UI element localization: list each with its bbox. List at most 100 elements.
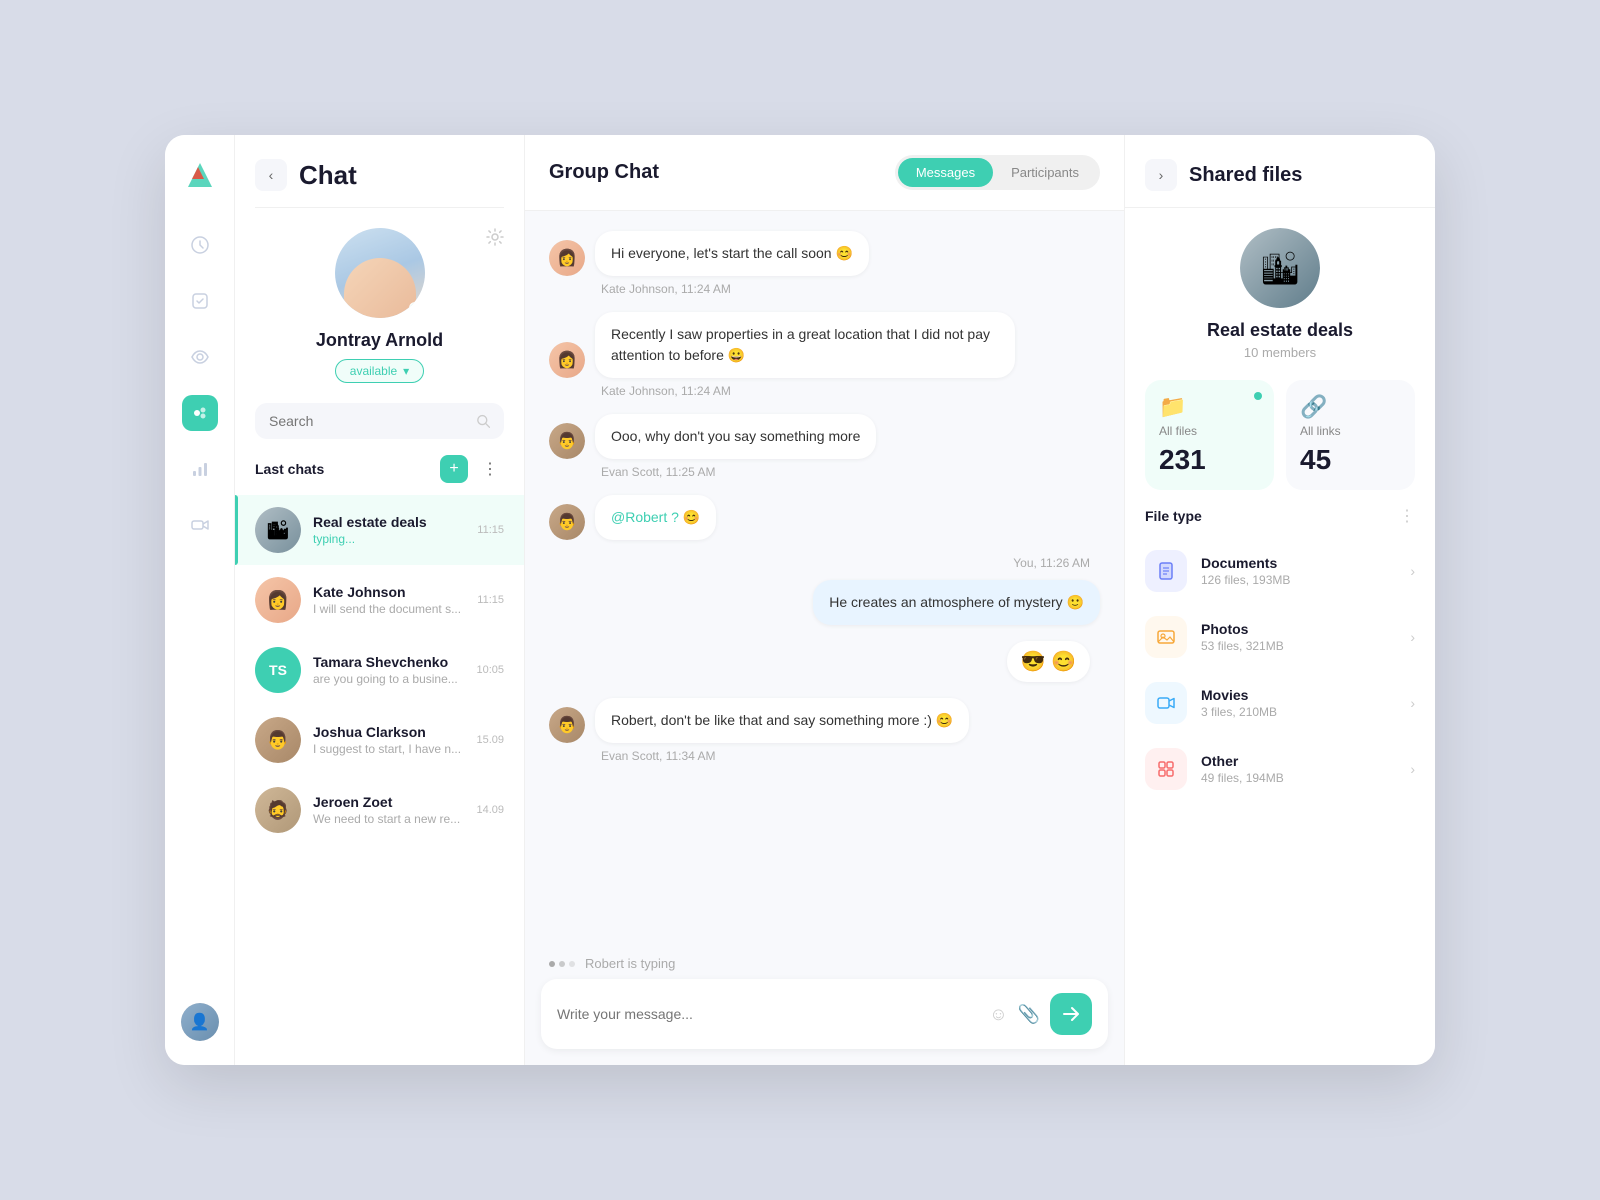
chat-item-jeroen[interactable]: 🧔 Jeroen Zoet We need to start a new re.… (235, 775, 524, 845)
message-sender-you: You, 11:26 AM (549, 556, 1100, 570)
file-type-more[interactable]: ⋮ (1399, 506, 1415, 526)
doc-icon (1145, 550, 1187, 592)
emoji-icon[interactable]: ☺ (989, 1004, 1007, 1025)
all-files-count: 231 (1159, 444, 1260, 476)
status-text: available (350, 364, 397, 378)
sidebar-title: Chat (299, 160, 357, 191)
files-folder-icon: 📁 (1159, 394, 1260, 420)
app-logo[interactable] (182, 159, 218, 195)
file-details-photos: Photos 53 files, 321MB (1201, 621, 1396, 653)
message-input[interactable] (557, 1006, 977, 1022)
photo-icon (1145, 616, 1187, 658)
input-actions: ☺ 📎 (989, 993, 1092, 1035)
all-files-label: All files (1159, 424, 1260, 438)
chat-avatar-jeroen: 🧔 (255, 787, 301, 833)
message-group-1: 👩 Hi everyone, let's start the call soon… (549, 231, 1100, 296)
chat-item-joshua[interactable]: 👨 Joshua Clarkson I suggest to start, I … (235, 705, 524, 775)
file-details-documents: Documents 126 files, 193MB (1201, 555, 1396, 587)
all-links-label: All links (1300, 424, 1401, 438)
chat-preview: typing... (313, 532, 465, 546)
links-icon: 🔗 (1300, 394, 1401, 420)
chat-input-area: ☺ 📎 (541, 979, 1108, 1049)
chat-name-joshua: Joshua Clarkson (313, 724, 464, 740)
file-meta-photos: 53 files, 321MB (1201, 639, 1396, 653)
nav-icon-tasks[interactable] (182, 283, 218, 319)
file-type-list: Documents 126 files, 193MB › Photos 53 f… (1125, 538, 1435, 802)
new-chat-button[interactable]: + (440, 455, 468, 483)
nav-icon-view[interactable] (182, 339, 218, 375)
chat-name-jeroen: Jeroen Zoet (313, 794, 464, 810)
chat-item-kate[interactable]: 👩 Kate Johnson I will send the document … (235, 565, 524, 635)
chat-avatar-real-estate: 🏙 (255, 507, 301, 553)
back-button[interactable]: ‹ (255, 159, 287, 191)
nav-icon-history[interactable] (182, 227, 218, 263)
message-group-2: 👩 Recently I saw properties in a great l… (549, 312, 1100, 398)
sidebar: ‹ Chat Jontray Arnold available ▾ (235, 135, 525, 1065)
file-type-other[interactable]: Other 49 files, 194MB › (1125, 736, 1435, 802)
chat-time-tamara: 10:05 (476, 664, 504, 676)
message-avatar-evan3: 👨 (549, 707, 585, 743)
chat-title: Group Chat (549, 161, 659, 184)
files-dot (1254, 392, 1262, 400)
send-button[interactable] (1050, 993, 1092, 1035)
tab-messages[interactable]: Messages (898, 158, 993, 187)
message-avatar-evan2: 👨 (549, 504, 585, 540)
typing-dot-1 (549, 961, 555, 967)
message-sender-1: Kate Johnson, 11:24 AM (549, 282, 1100, 296)
message-sender-7: Evan Scott, 11:34 AM (549, 749, 1100, 763)
chat-info-tamara: Tamara Shevchenko are you going to a bus… (313, 654, 464, 686)
tab-participants[interactable]: Participants (993, 158, 1097, 187)
chat-name-tamara: Tamara Shevchenko (313, 654, 464, 670)
typing-dots (549, 961, 575, 967)
message-row-3: 👨 Ooo, why don't you say something more (549, 414, 1100, 459)
chat-item-tamara[interactable]: TS Tamara Shevchenko are you going to a … (235, 635, 524, 705)
group-avatar: 🏙 (1240, 228, 1320, 308)
nav-icon-video[interactable] (182, 507, 218, 543)
all-files-card[interactable]: 📁 All files 231 (1145, 380, 1274, 490)
file-chevron-documents: › (1410, 563, 1415, 579)
other-icon (1145, 748, 1187, 790)
chat-item-real-estate[interactable]: 🏙 Real estate deals typing... 11:15 (235, 495, 524, 565)
chat-avatar-joshua: 👨 (255, 717, 301, 763)
file-name-documents: Documents (1201, 555, 1396, 571)
search-input[interactable] (269, 413, 468, 429)
message-bubble-mention: @Robert ? 😊 (595, 495, 716, 540)
file-name-other: Other (1201, 753, 1396, 769)
chat-preview-jeroen: We need to start a new re... (313, 812, 464, 826)
emoji-reactions: 😎 😊 (1007, 641, 1090, 682)
file-type-photos[interactable]: Photos 53 files, 321MB › (1125, 604, 1435, 670)
typing-text: Robert is typing (585, 956, 675, 971)
expand-button[interactable]: › (1145, 159, 1177, 191)
chat-preview-kate: I will send the document s... (313, 602, 465, 616)
more-options-button[interactable]: ⋮ (476, 455, 504, 483)
message-sender-2: Kate Johnson, 11:24 AM (549, 384, 1100, 398)
file-type-documents[interactable]: Documents 126 files, 193MB › (1125, 538, 1435, 604)
chat-name-kate: Kate Johnson (313, 584, 465, 600)
user-avatar-nav[interactable]: 👤 (181, 1003, 219, 1041)
chat-avatar-tamara: TS (255, 647, 301, 693)
chat-time-jeroen: 14.09 (476, 804, 504, 816)
right-panel-header: › Shared files (1125, 135, 1435, 208)
settings-icon[interactable] (486, 228, 504, 251)
files-summary: 📁 All files 231 🔗 All links 45 (1125, 380, 1435, 506)
icon-bar: 👤 (165, 135, 235, 1065)
file-type-title: File type (1145, 508, 1202, 524)
all-links-card[interactable]: 🔗 All links 45 (1286, 380, 1415, 490)
message-bubble-1: Hi everyone, let's start the call soon 😊 (595, 231, 869, 276)
file-type-movies[interactable]: Movies 3 files, 210MB › (1125, 670, 1435, 736)
last-chats-actions: + ⋮ (440, 455, 504, 483)
chat-time: 11:15 (477, 524, 504, 536)
nav-icon-chat[interactable] (182, 395, 218, 431)
chat-info-real-estate: Real estate deals typing... (313, 514, 465, 546)
attachment-icon[interactable]: 📎 (1018, 1004, 1040, 1025)
file-details-other: Other 49 files, 194MB (1201, 753, 1396, 785)
group-name: Real estate deals (1207, 320, 1353, 341)
status-badge[interactable]: available ▾ (335, 359, 424, 383)
emoji-reactions-row: 😎 😊 (549, 641, 1100, 682)
chat-name: Real estate deals (313, 514, 465, 530)
search-bar[interactable] (255, 403, 504, 439)
chat-header: Group Chat Messages Participants (525, 135, 1124, 211)
nav-icon-chart[interactable] (182, 451, 218, 487)
file-name-photos: Photos (1201, 621, 1396, 637)
message-group-5: You, 11:26 AM He creates an atmosphere o… (549, 556, 1100, 625)
